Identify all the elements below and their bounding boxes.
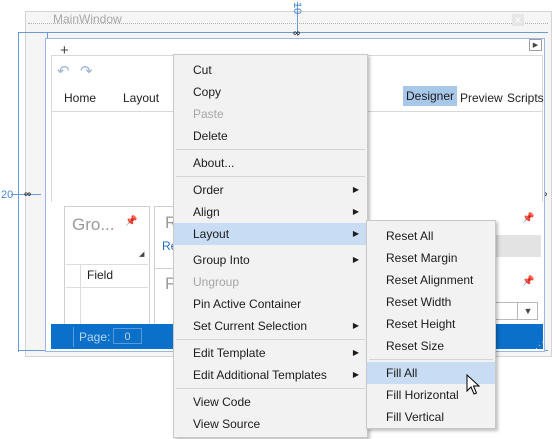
grid-column-divider — [80, 264, 81, 324]
menu-item-label: View Code — [193, 395, 251, 409]
chevron-down-icon[interactable]: ▼ — [517, 303, 538, 319]
menu-item-label: Paste — [193, 107, 224, 121]
menu-item-pin-active-container[interactable]: Pin Active Container — [174, 293, 367, 315]
menu-item-label: Align — [193, 205, 220, 219]
scroll-right-button[interactable]: ▶ — [529, 39, 542, 51]
undo-icon[interactable]: ↶ — [57, 62, 70, 80]
pin-icon[interactable]: 📌 — [125, 216, 137, 227]
menu-separator — [176, 388, 365, 389]
menu-separator — [369, 359, 493, 360]
menu-item-label: Set Current Selection — [193, 319, 308, 333]
menu-item-order[interactable]: Order ▶ — [174, 179, 367, 201]
menu-item-label: Order — [193, 183, 224, 197]
menu-item-ungroup[interactable]: Ungroup — [174, 271, 367, 293]
tab-home[interactable]: Home — [64, 91, 96, 105]
submenu-arrow-icon: ▶ — [352, 229, 359, 238]
menu-item-label: Fill All — [386, 366, 418, 380]
menu-item-paste[interactable]: Paste — [174, 103, 367, 125]
group-panel-title: Gro... — [72, 215, 115, 234]
redo-icon[interactable]: ↷ — [80, 62, 93, 80]
menu-item-delete[interactable]: Delete — [174, 125, 367, 147]
menu-item-label: Edit Additional Templates — [193, 368, 327, 382]
close-icon[interactable]: ✕ — [512, 14, 524, 26]
size-grip-icon[interactable]: ⋰ — [535, 340, 544, 351]
menu-item-label: Reset Height — [386, 317, 456, 331]
title-divider — [28, 23, 548, 24]
resize-grip-icon: ◢ — [139, 251, 145, 258]
layout-submenu: Reset All Reset Margin Reset Alignment R… — [366, 220, 496, 429]
tab-preview[interactable]: Preview — [460, 91, 503, 105]
submenu-arrow-icon: ▶ — [352, 321, 359, 330]
tab-scripts[interactable]: Scripts — [507, 91, 544, 105]
menu-item-view-source[interactable]: View Source — [174, 413, 367, 435]
menu-separator — [176, 149, 365, 150]
pin-icon[interactable]: 📌 — [522, 213, 534, 224]
submenu-item-reset-all[interactable]: Reset All — [367, 225, 495, 247]
page-input[interactable]: 0 — [113, 328, 142, 344]
menu-item-copy[interactable]: Copy — [174, 81, 367, 103]
left-anchor-icon[interactable]: ∞ — [24, 189, 31, 200]
menu-item-label: Delete — [193, 129, 228, 143]
menu-item-label: Cut — [193, 63, 212, 77]
top-margin-value: 10 — [291, 2, 303, 15]
menu-item-label: Reset Alignment — [386, 273, 474, 287]
menu-item-view-code[interactable]: View Code — [174, 391, 367, 413]
context-menu: Cut Copy Paste Delete About... Order ▶ Al… — [173, 54, 368, 438]
submenu-item-reset-margin[interactable]: Reset Margin — [367, 247, 495, 269]
tab-layout[interactable]: Layout — [123, 91, 159, 105]
menu-separator — [176, 339, 365, 340]
menu-item-label: Reset Size — [386, 339, 445, 353]
menu-item-set-current-selection[interactable]: Set Current Selection ▶ — [174, 315, 367, 337]
menu-item-edit-additional-templates[interactable]: Edit Additional Templates ▶ — [174, 364, 367, 386]
menu-item-label: Pin Active Container — [193, 297, 302, 311]
right-panel-band — [490, 235, 541, 257]
menu-item-about[interactable]: About... — [174, 152, 367, 174]
mouse-cursor-icon — [466, 374, 481, 395]
menu-item-label: Edit Template — [193, 346, 266, 360]
menu-item-label: Fill Vertical — [386, 410, 445, 424]
menu-item-label: Group Into — [193, 253, 250, 267]
status-separator — [73, 327, 74, 347]
menu-item-label: Copy — [193, 85, 222, 99]
submenu-item-reset-width[interactable]: Reset Width — [367, 291, 495, 313]
menu-item-label: Reset Margin — [386, 251, 458, 265]
submenu-arrow-icon: ▶ — [352, 185, 359, 194]
menu-item-label: Reset All — [386, 229, 434, 243]
top-horizontal-guide — [18, 32, 548, 33]
menu-item-edit-template[interactable]: Edit Template ▶ — [174, 342, 367, 364]
pin-icon[interactable]: 📌 — [522, 276, 534, 287]
left-vertical-guide — [18, 32, 19, 352]
menu-item-label: Fill Horizontal — [386, 388, 459, 402]
menu-item-align[interactable]: Align ▶ — [174, 201, 367, 223]
submenu-arrow-icon: ▶ — [352, 255, 359, 264]
submenu-item-reset-alignment[interactable]: Reset Alignment — [367, 269, 495, 291]
submenu-item-reset-size[interactable]: Reset Size — [367, 335, 495, 357]
menu-item-layout[interactable]: Layout ▶ — [174, 223, 367, 245]
menu-item-group-into[interactable]: Group Into ▶ — [174, 249, 367, 271]
menu-item-label: Ungroup — [193, 275, 240, 289]
submenu-arrow-icon: ▶ — [352, 370, 359, 379]
page-label: Page: — [79, 330, 111, 344]
menu-item-label: About... — [193, 156, 235, 170]
tab-designer[interactable]: Designer — [403, 86, 458, 106]
submenu-arrow-icon: ▶ — [352, 207, 359, 216]
menu-item-label: Reset Width — [386, 295, 452, 309]
menu-separator — [176, 176, 365, 177]
submenu-item-reset-height[interactable]: Reset Height — [367, 313, 495, 335]
left-margin-value: 20 — [1, 189, 14, 201]
menu-item-label: Layout — [193, 227, 230, 241]
field-column-header[interactable]: Field — [87, 268, 113, 282]
menu-item-cut[interactable]: Cut — [174, 59, 367, 81]
submenu-arrow-icon: ▶ — [352, 348, 359, 357]
menu-item-label: View Source — [193, 417, 261, 431]
submenu-item-fill-vertical[interactable]: Fill Vertical — [367, 406, 495, 428]
